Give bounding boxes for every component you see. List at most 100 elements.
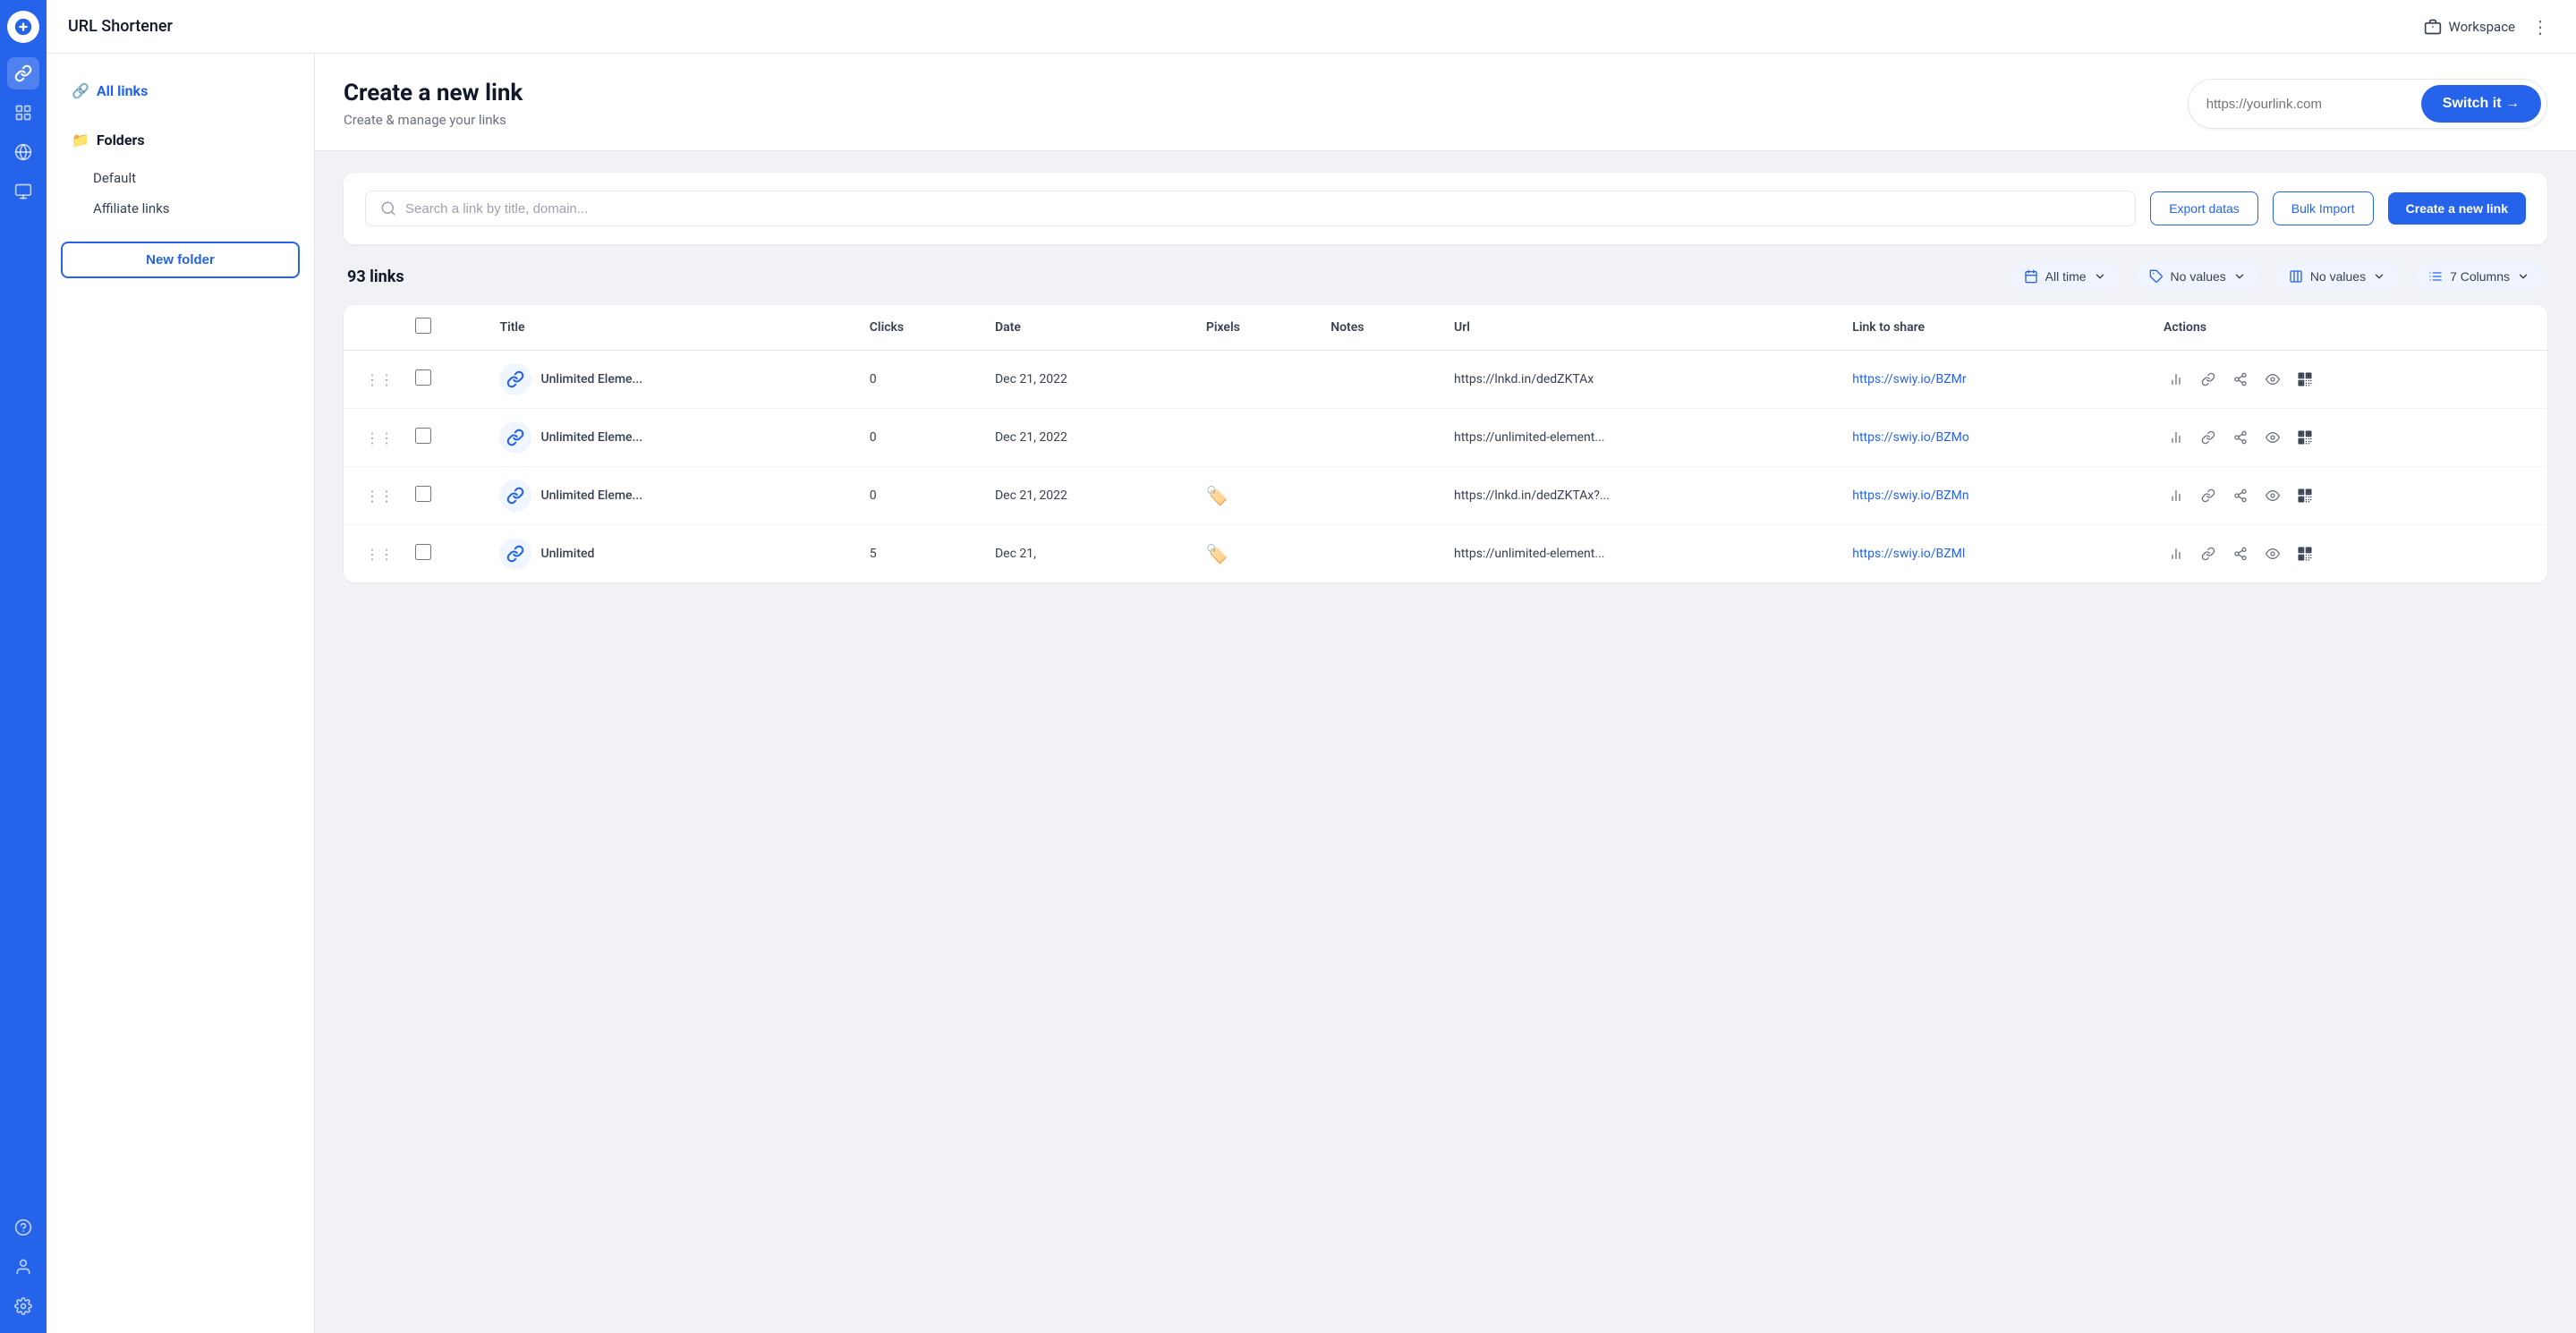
nav-item-person[interactable] xyxy=(7,1251,39,1283)
actions-bar: Export datas Bulk Import Create a new li… xyxy=(344,173,2547,244)
notes-cell xyxy=(1320,525,1443,583)
nav-item-globe[interactable] xyxy=(7,136,39,168)
link-to-share-cell: https://swiy.io/BZMn xyxy=(1841,467,2153,525)
date-cell: Dec 21, 2022 xyxy=(984,351,1195,409)
col-date: Date xyxy=(984,305,1195,351)
columns-count-filter[interactable]: 7 Columns xyxy=(2414,262,2544,291)
clicks-cell: 0 xyxy=(859,351,984,409)
analytics-icon[interactable] xyxy=(2164,541,2189,566)
panel-heading: Create a new link xyxy=(344,80,523,106)
preview-icon[interactable] xyxy=(2260,425,2285,450)
right-panel: Create a new link Create & manage your l… xyxy=(315,54,2576,1333)
bulk-import-button[interactable]: Bulk Import xyxy=(2273,191,2374,225)
tags-no-values-label: No values xyxy=(2171,269,2226,284)
sidebar-item-default[interactable]: Default xyxy=(61,163,300,193)
calendar-icon xyxy=(2024,269,2038,284)
qr-code-icon[interactable] xyxy=(2292,483,2317,508)
search-input[interactable] xyxy=(405,201,2121,217)
copy-link-icon[interactable] xyxy=(2196,367,2221,392)
nav-item-links[interactable] xyxy=(7,57,39,89)
analytics-icon[interactable] xyxy=(2164,483,2189,508)
share-icon[interactable] xyxy=(2228,541,2253,566)
link-favicon xyxy=(499,538,531,570)
col-pixels: Pixels xyxy=(1195,305,1320,351)
row-checkbox[interactable] xyxy=(415,544,431,560)
qr-code-icon[interactable] xyxy=(2292,425,2317,450)
title-cell: Unlimited Eleme... xyxy=(489,409,858,467)
drag-handle[interactable]: ⋮⋮ xyxy=(365,371,394,388)
share-icon[interactable] xyxy=(2228,367,2253,392)
sidebar-item-folders[interactable]: 📁 Folders xyxy=(61,124,300,156)
columns-filter[interactable]: No values xyxy=(2274,262,2400,291)
app-logo[interactable] xyxy=(7,11,39,43)
drag-cell: ⋮⋮ xyxy=(344,525,404,583)
preview-icon[interactable] xyxy=(2260,541,2285,566)
drag-handle[interactable]: ⋮⋮ xyxy=(365,546,394,563)
row-checkbox[interactable] xyxy=(415,486,431,502)
nav-item-pages[interactable] xyxy=(7,97,39,129)
new-folder-button[interactable]: New folder xyxy=(61,242,300,278)
copy-link-icon[interactable] xyxy=(2196,541,2221,566)
sidebar-item-affiliate[interactable]: Affiliate links xyxy=(61,193,300,224)
copy-link-icon[interactable] xyxy=(2196,425,2221,450)
switch-it-button[interactable]: Switch it → xyxy=(2421,85,2541,123)
nav-item-settings[interactable] xyxy=(7,1290,39,1322)
select-all-checkbox[interactable] xyxy=(415,318,431,334)
all-time-filter[interactable]: All time xyxy=(2010,262,2121,291)
share-link[interactable]: https://swiy.io/BZMn xyxy=(1852,488,1968,503)
share-icon[interactable] xyxy=(2228,483,2253,508)
analytics-icon[interactable] xyxy=(2164,425,2189,450)
export-button[interactable]: Export datas xyxy=(2150,191,2258,225)
pixels-cell xyxy=(1195,409,1320,467)
col-notes: Notes xyxy=(1320,305,1443,351)
col-title: Title xyxy=(489,305,858,351)
more-options-button[interactable]: ⋮ xyxy=(2526,13,2555,41)
panel-header: Create a new link Create & manage your l… xyxy=(315,54,2576,151)
filter-bar: 93 links All time xyxy=(344,262,2547,291)
pixels-cell xyxy=(1195,351,1320,409)
tags-filter[interactable]: No values xyxy=(2135,262,2260,291)
app-title: URL Shortener xyxy=(68,17,2424,36)
actions-cell xyxy=(2153,525,2547,583)
clicks-cell: 0 xyxy=(859,409,984,467)
row-checkbox[interactable] xyxy=(415,428,431,444)
workspace-button[interactable]: Workspace xyxy=(2424,18,2515,36)
table-area: Export datas Bulk Import Create a new li… xyxy=(315,151,2576,1333)
create-link-button[interactable]: Create a new link xyxy=(2388,192,2526,225)
link-favicon xyxy=(499,480,531,512)
sidebar: 🔗 All links 📁 Folders Default Affiliate … xyxy=(47,54,315,1333)
links-table: Title Clicks Date Pixels Notes Url Link … xyxy=(344,305,2547,582)
preview-icon[interactable] xyxy=(2260,367,2285,392)
nav-item-help[interactable] xyxy=(7,1211,39,1244)
share-link[interactable]: https://swiy.io/BZMr xyxy=(1852,372,1966,386)
tag-icon xyxy=(2149,269,2164,284)
col-drag xyxy=(344,305,404,351)
url-cell: https://lnkd.in/dedZKTAx xyxy=(1443,351,1841,409)
sidebar-item-all-links[interactable]: 🔗 All links xyxy=(61,75,300,106)
share-link[interactable]: https://swiy.io/BZMl xyxy=(1852,547,1965,561)
col-actions: Actions xyxy=(2153,305,2547,351)
link-favicon xyxy=(499,421,531,454)
copy-link-icon[interactable] xyxy=(2196,483,2221,508)
qr-code-icon[interactable] xyxy=(2292,367,2317,392)
analytics-icon[interactable] xyxy=(2164,367,2189,392)
7-columns-label: 7 Columns xyxy=(2450,269,2510,284)
drag-handle[interactable]: ⋮⋮ xyxy=(365,488,394,505)
folders-label: Folders xyxy=(97,132,145,149)
row-checkbox[interactable] xyxy=(415,369,431,386)
row-title: Unlimited xyxy=(540,547,594,561)
share-icon[interactable] xyxy=(2228,425,2253,450)
notes-cell xyxy=(1320,409,1443,467)
url-input[interactable] xyxy=(2206,97,2421,112)
qr-code-icon[interactable] xyxy=(2292,541,2317,566)
chevron-down-icon-3 xyxy=(2373,270,2385,283)
nav-item-monitor[interactable] xyxy=(7,175,39,208)
all-time-label: All time xyxy=(2045,269,2087,284)
list-icon xyxy=(2428,269,2443,284)
preview-icon[interactable] xyxy=(2260,483,2285,508)
row-title: Unlimited Eleme... xyxy=(540,430,642,445)
drag-handle[interactable]: ⋮⋮ xyxy=(365,429,394,446)
share-link[interactable]: https://swiy.io/BZMo xyxy=(1852,430,1969,445)
notes-cell xyxy=(1320,467,1443,525)
workspace-label: Workspace xyxy=(2449,19,2515,35)
